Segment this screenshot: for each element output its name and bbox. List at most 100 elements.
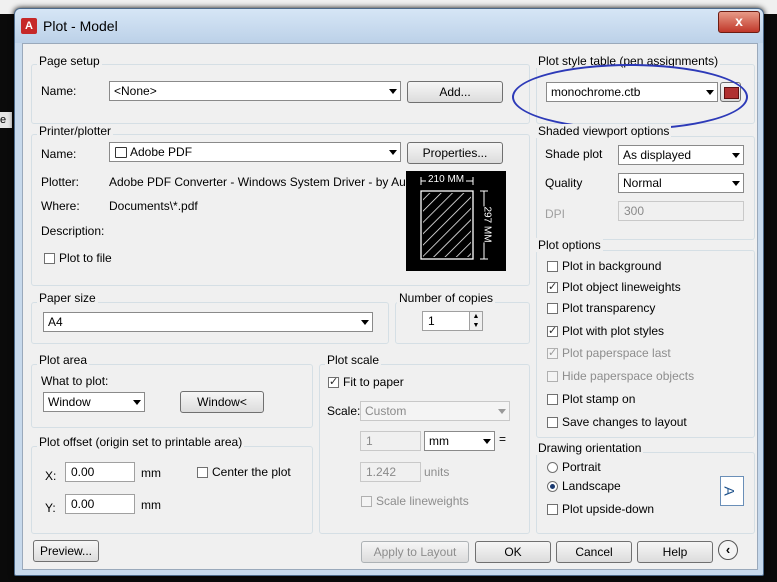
copies-input[interactable]: 1 [422, 311, 470, 331]
apply-to-layout-button[interactable]: Apply to Layout [361, 541, 469, 563]
page-setup-name-select[interactable]: <None> [109, 81, 401, 101]
quality-value: Normal [623, 176, 662, 190]
orientation-title: Drawing orientation [536, 441, 644, 455]
plotter-value: Adobe PDF Converter - Windows System Dri… [109, 175, 416, 189]
dpi-input[interactable]: 300 [618, 201, 744, 221]
chevron-left-icon: ‹ [725, 542, 731, 557]
autocad-app-icon: A [21, 18, 37, 34]
where-label: Where: [41, 199, 80, 213]
offset-y-input[interactable]: 0.00 [65, 494, 135, 514]
scale-lineweights-checkbox[interactable] [361, 496, 372, 507]
scale-drawing-units-input[interactable]: 1.242 [360, 462, 421, 482]
upside-down-checkbox[interactable] [547, 504, 558, 515]
plot-option-checkbox[interactable] [547, 303, 558, 314]
edit-plot-style-button[interactable] [720, 82, 741, 102]
plot-option-label: Hide paperspace objects [562, 369, 695, 383]
plot-options-title: Plot options [536, 238, 603, 252]
dialog-title: Plot - Model [43, 18, 118, 34]
paper-size-select[interactable]: A4 [43, 312, 373, 332]
offset-y-value: 0.00 [71, 497, 95, 511]
scale-unit-select[interactable]: mm [424, 431, 495, 451]
center-plot-checkbox[interactable] [197, 467, 208, 478]
printer-properties-button[interactable]: Properties... [407, 142, 503, 164]
add-page-setup-button[interactable]: Add... [407, 81, 503, 103]
dpi-label: DPI [545, 207, 566, 221]
chevron-down-icon [389, 150, 397, 155]
what-to-plot-label: What to plot: [41, 374, 109, 388]
landscape-radio[interactable] [547, 481, 558, 492]
description-label: Description: [41, 224, 105, 238]
plot-option-checkbox[interactable] [547, 394, 558, 405]
title-bar[interactable]: A Plot - Model x [15, 9, 763, 43]
chevron-down-icon [389, 89, 397, 94]
pen-table-edit-icon [724, 87, 739, 99]
copies-title: Number of copies [397, 291, 496, 305]
portrait-label: Portrait [562, 460, 601, 474]
plot-option-checkbox[interactable]: ✓ [547, 282, 558, 293]
orientation-icon-letter: A [721, 486, 738, 496]
chevron-down-icon [361, 320, 369, 325]
scale-label: Scale: [327, 404, 361, 418]
page-setup-title: Page setup [37, 54, 102, 68]
plot-option-label: Plot with plot styles [562, 324, 665, 338]
chevron-down-icon [706, 90, 714, 95]
plot-option-checkbox[interactable] [547, 261, 558, 272]
plot-option-checkbox[interactable] [547, 371, 558, 382]
background-cad-canvas-left [0, 14, 14, 582]
offset-x-value: 0.00 [71, 465, 95, 479]
plot-option-label: Save changes to layout [562, 415, 687, 429]
plot-style-table-title: Plot style table (pen assignments) [536, 54, 721, 68]
page-setup-name-label: Name: [41, 84, 77, 98]
scale-select[interactable]: Custom [360, 401, 510, 421]
fit-to-paper-label: Fit to paper [343, 375, 404, 389]
plot-option-checkbox[interactable]: ✓ [547, 326, 558, 337]
scale-value: Custom [365, 404, 407, 418]
collapse-options-button[interactable]: ‹ [718, 540, 738, 560]
plot-option-label: Plot object lineweights [562, 280, 681, 294]
shade-plot-label: Shade plot [545, 147, 603, 161]
plot-option-label: Plot stamp on [562, 392, 636, 406]
portrait-radio[interactable] [547, 462, 558, 473]
plot-option-checkbox[interactable] [547, 417, 558, 428]
shade-plot-value: As displayed [623, 148, 692, 162]
offset-x-input[interactable]: 0.00 [65, 462, 135, 482]
printer-name-label: Name: [41, 147, 77, 161]
plot-offset-group [31, 446, 313, 534]
plot-style-table-value: monochrome.ctb [551, 85, 641, 99]
window-pick-button[interactable]: Window< [180, 391, 264, 413]
close-button[interactable]: x [718, 11, 760, 33]
background-cad-canvas-right [762, 14, 777, 582]
preview-button[interactable]: Preview... [33, 540, 99, 562]
copies-spinner[interactable]: ▲ ▼ [469, 311, 483, 331]
fit-to-paper-checkbox[interactable]: ✓ [328, 377, 339, 388]
plot-scale-title: Plot scale [325, 353, 382, 367]
dialog-body: Page setup Name: <None> Add... Printer/p… [22, 43, 758, 570]
background-side-text: e [0, 112, 12, 128]
scale-paper-units-value: 1 [366, 434, 373, 448]
paper-height-label: 297 MM [481, 206, 493, 243]
paper-size-title: Paper size [37, 291, 98, 305]
where-value: Documents\*.pdf [109, 199, 198, 213]
copies-value: 1 [428, 314, 435, 328]
scale-drawing-units-value: 1.242 [366, 465, 397, 479]
chevron-down-icon [732, 181, 740, 186]
what-to-plot-select[interactable]: Window [43, 392, 145, 412]
scale-units-label: units [424, 465, 450, 479]
landscape-page-icon: A [720, 476, 744, 506]
offset-x-label: X: [45, 469, 57, 483]
plot-style-table-select[interactable]: monochrome.ctb [546, 82, 718, 102]
ok-button[interactable]: OK [475, 541, 551, 563]
scale-unit-value: mm [429, 434, 449, 448]
scale-paper-units-input[interactable]: 1 [360, 431, 421, 451]
dpi-value: 300 [624, 204, 645, 218]
scale-lineweights-label: Scale lineweights [376, 494, 469, 508]
offset-x-unit: mm [141, 466, 161, 480]
shade-plot-select[interactable]: As displayed [618, 145, 744, 165]
help-button[interactable]: Help [637, 541, 713, 563]
plot-option-checkbox[interactable]: ✓ [547, 348, 558, 359]
plot-to-file-checkbox[interactable] [44, 253, 55, 264]
paper-preview: 210 MM 297 MM [406, 171, 506, 271]
cancel-button[interactable]: Cancel [556, 541, 632, 563]
printer-name-select[interactable]: Adobe PDF [109, 142, 401, 162]
quality-select[interactable]: Normal [618, 173, 744, 193]
